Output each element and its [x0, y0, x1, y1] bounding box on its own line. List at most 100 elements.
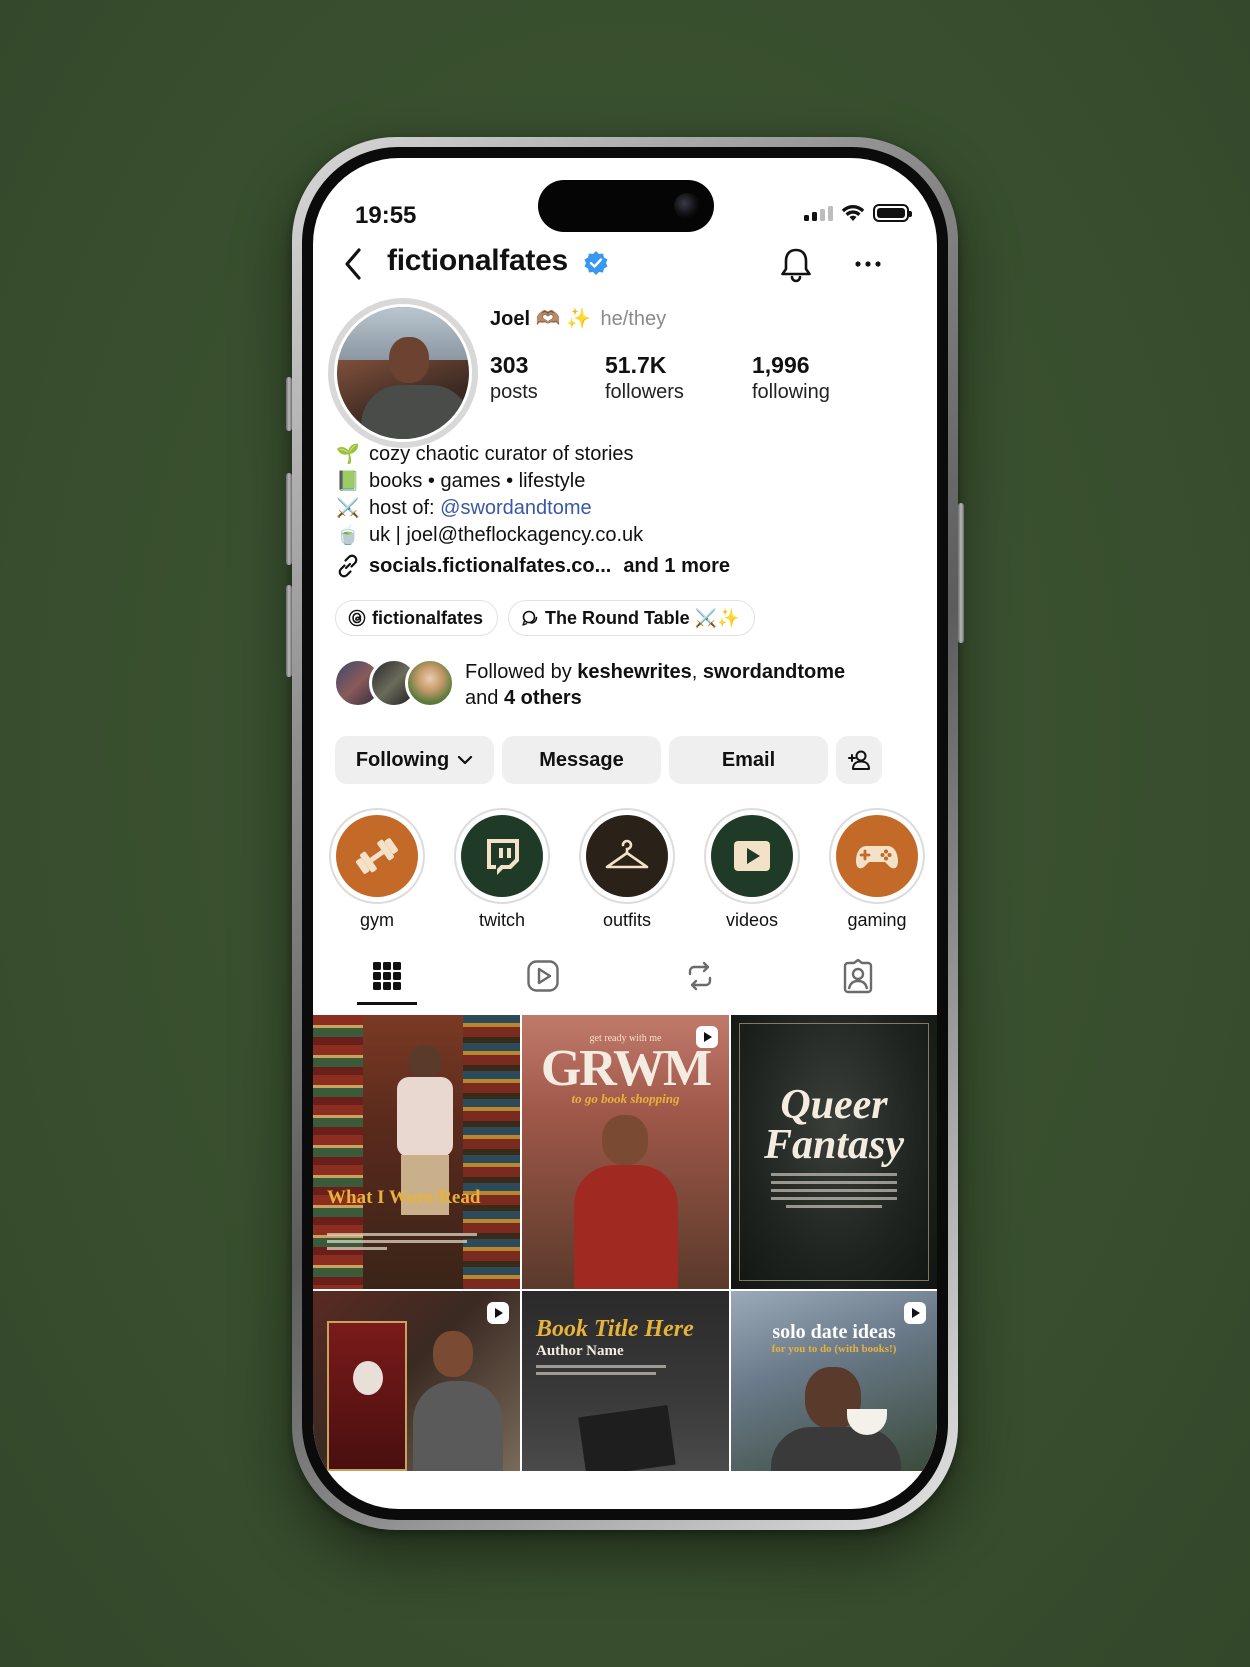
highlight-videos[interactable]: videos — [704, 808, 800, 931]
stat-value: 303 — [490, 352, 529, 378]
hanger-icon — [605, 839, 649, 869]
followed-by-text[interactable]: Followed by keshewrites, swordandtome and… — [465, 659, 885, 711]
threads-chip[interactable]: fictionalfates — [335, 600, 499, 636]
highlight-label: gaming — [847, 910, 907, 930]
email-button[interactable]: Email — [669, 736, 828, 784]
bio-link[interactable]: socials.fictionalfates.co... and 1 more — [335, 553, 730, 579]
stat-posts[interactable]: 303 posts — [490, 352, 538, 404]
phone-frame: 19:55 fictionalfates Joel 🫶🏽 ✨ he/they 3… — [286, 137, 964, 1530]
mutual-user: keshewrites — [577, 661, 692, 683]
followed-by-prefix: Followed by — [465, 661, 578, 683]
bio-line: 🍵 uk | joel@theflockagency.co.uk — [335, 522, 643, 549]
active-tab-indicator — [357, 1002, 417, 1005]
twitch-icon — [487, 839, 519, 875]
mutual-user: swordandtome — [702, 661, 846, 683]
status-time: 19:55 — [355, 202, 417, 229]
swords-icon: ⚔️ — [336, 498, 360, 519]
play-icon — [734, 841, 770, 871]
tab-reposts[interactable] — [670, 948, 730, 1004]
grid-post[interactable]: solo date ideas for you to do (with book… — [731, 1291, 937, 1471]
profile-name-row: Joel 🫶🏽 ✨ he/they — [490, 306, 666, 331]
reel-badge-icon — [487, 1302, 509, 1324]
highlight-cover — [461, 815, 543, 897]
seedling-icon: 🌱 — [336, 444, 360, 465]
grid-post[interactable]: Queer Fantasy — [731, 1015, 937, 1289]
tab-reels[interactable] — [513, 948, 573, 1004]
highlight-label: twitch — [478, 910, 525, 930]
stat-following[interactable]: 1,996 following — [752, 352, 830, 404]
volume-up-button — [286, 473, 292, 565]
highlight-outfits[interactable]: outfits — [579, 808, 675, 931]
tab-tagged[interactable] — [828, 948, 888, 1004]
status-icons — [804, 204, 912, 222]
highlight-label: outfits — [602, 910, 652, 930]
gamepad-icon — [856, 846, 898, 869]
suggested-users-button[interactable] — [836, 736, 882, 784]
tagged-icon — [843, 958, 873, 994]
avatar-photo — [334, 304, 472, 442]
volume-down-button — [286, 585, 292, 677]
highlight-cover — [836, 815, 918, 897]
following-button[interactable]: Following — [335, 736, 494, 784]
grid-post[interactable]: What I Wore/Read — [313, 1015, 520, 1289]
action-button — [286, 377, 292, 431]
grid-icon — [373, 962, 401, 990]
more-icon[interactable] — [853, 254, 883, 274]
message-button[interactable]: Message — [502, 736, 661, 784]
threads-icon — [348, 609, 366, 627]
separator: , — [691, 661, 703, 683]
camera-icon — [674, 193, 700, 219]
reposts-icon — [688, 961, 712, 991]
mutual-followers-avatars[interactable] — [333, 658, 457, 710]
bell-icon[interactable] — [778, 246, 814, 284]
highlight-ring — [329, 808, 425, 904]
stat-label: following — [752, 381, 830, 403]
tab-posts-grid[interactable] — [357, 948, 417, 1004]
cellular-signal-icon — [804, 205, 833, 221]
bio-text: cozy chaotic curator of stories — [369, 443, 634, 465]
bio-text: host of: — [369, 497, 441, 519]
stat-value: 1,996 — [752, 352, 810, 378]
post-subtitle: to go book shopping — [571, 1091, 680, 1106]
highlight-gym[interactable]: gym — [329, 808, 425, 931]
chip-label: fictionalfates — [372, 607, 484, 628]
bio-link-url: socials.fictionalfates.co... — [369, 554, 612, 577]
highlight-twitch[interactable]: twitch — [454, 808, 550, 931]
highlight-cover — [586, 815, 668, 897]
stat-followers[interactable]: 51.7K followers — [605, 352, 684, 404]
add-person-icon — [848, 750, 870, 770]
mutual-others-count: 4 others — [503, 687, 582, 709]
channel-chip[interactable]: The Round Table ⚔️✨ — [508, 600, 755, 636]
stat-label: followers — [605, 381, 684, 403]
highlight-gaming[interactable]: gaming — [829, 808, 925, 931]
wifi-icon — [841, 205, 865, 221]
highlight-ring — [704, 808, 800, 904]
profile-name: Joel 🫶🏽 ✨ — [490, 308, 591, 330]
tea-icon: 🍵 — [336, 525, 360, 546]
stat-value: 51.7K — [605, 352, 667, 378]
book-icon: 📗 — [336, 471, 360, 492]
profile-pronouns: he/they — [600, 308, 667, 330]
back-icon[interactable] — [339, 246, 369, 282]
chevron-down-icon — [458, 755, 473, 765]
bio-text: books • games • lifestyle — [369, 470, 586, 492]
highlight-ring — [829, 808, 925, 904]
grid-post[interactable]: Book Title Here Author Name — [522, 1291, 729, 1471]
grid-post[interactable] — [313, 1291, 520, 1471]
power-button — [958, 503, 964, 643]
bio-line: 📗 books • games • lifestyle — [335, 468, 643, 495]
post-subtitle: Author Name — [536, 1343, 624, 1359]
highlight-label: videos — [725, 910, 779, 930]
profile-avatar[interactable] — [328, 298, 478, 448]
profile-header: fictionalfates — [313, 240, 937, 290]
post-subtitle: for you to do (with books!) — [771, 1343, 897, 1355]
reel-badge-icon — [696, 1026, 718, 1048]
bio-link-more: and 1 more — [623, 554, 731, 577]
bio-mention-link[interactable]: @swordandtome — [440, 497, 591, 519]
grid-post[interactable]: get ready with me GRWM to go book shoppi… — [522, 1015, 729, 1289]
reel-badge-icon — [904, 1302, 926, 1324]
bio-text: uk | joel@theflockagency.co.uk — [369, 524, 644, 546]
profile-username: fictionalfates — [387, 244, 568, 277]
bio-line: ⚔️ host of: @swordandtome — [335, 495, 643, 522]
highlight-cover — [711, 815, 793, 897]
